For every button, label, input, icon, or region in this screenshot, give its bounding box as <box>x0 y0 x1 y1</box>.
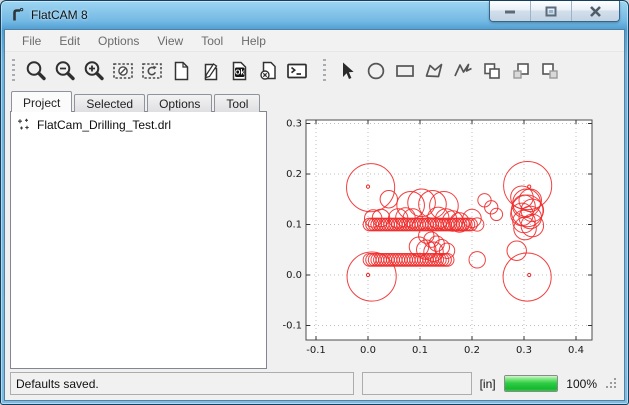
minimize-button[interactable] <box>490 1 531 21</box>
ok-file-icon: Ok <box>227 59 251 83</box>
subtract-left-icon <box>509 59 533 83</box>
flatcam-logo-icon <box>10 7 26 23</box>
close-button[interactable] <box>572 1 619 21</box>
drill-plot[interactable]: -0.1 0.0 0.1 0.2 0.3 0.4 -0.1 0.0 0.1 0.2 0.3 <box>270 91 621 372</box>
accept-ok-button[interactable]: Ok <box>224 57 253 85</box>
replot-button[interactable] <box>137 57 166 85</box>
zoom-in-icon <box>82 59 106 83</box>
tab-selected[interactable]: Selected <box>74 94 145 112</box>
menu-edit[interactable]: Edit <box>50 31 89 51</box>
clear-plot-button[interactable] <box>108 57 137 85</box>
menu-view[interactable]: View <box>148 31 192 51</box>
tab-project[interactable]: Project <box>11 91 72 112</box>
select-pointer-button[interactable] <box>332 57 361 85</box>
toolbar-drag-handle[interactable] <box>12 59 15 83</box>
plot-canvas[interactable]: -0.1 0.0 0.1 0.2 0.3 0.4 -0.1 0.0 0.1 0.2 0.3 <box>270 91 621 369</box>
draw-rectangle-button[interactable] <box>390 57 419 85</box>
client-area: File Edit Options View Tool Help <box>4 29 625 401</box>
minimize-icon <box>504 6 516 16</box>
shell-button[interactable] <box>282 57 311 85</box>
zoom-in-button[interactable] <box>79 57 108 85</box>
zoom-out-icon <box>53 59 77 83</box>
zoom-out-button[interactable] <box>50 57 79 85</box>
svg-text:-0.1: -0.1 <box>282 321 302 332</box>
shell-icon <box>285 59 309 83</box>
svg-text:0.3: 0.3 <box>286 119 302 130</box>
svg-text:Ok: Ok <box>235 70 244 77</box>
union-icon <box>480 59 504 83</box>
union-button[interactable] <box>477 57 506 85</box>
maximize-button[interactable] <box>531 1 572 21</box>
draw-circle-button[interactable] <box>361 57 390 85</box>
svg-text:0.1: 0.1 <box>286 220 302 231</box>
pointer-icon <box>335 59 359 83</box>
subtract-right-icon <box>538 59 562 83</box>
subtract-left-button[interactable] <box>506 57 535 85</box>
clear-plot-icon <box>111 59 135 83</box>
draw-path-button[interactable] <box>448 57 477 85</box>
new-file-icon <box>169 59 193 83</box>
project-tree[interactable]: FlatCam_Drilling_Test.drl <box>10 111 267 369</box>
status-message: Defaults saved. <box>16 377 99 391</box>
svg-text:0.0: 0.0 <box>286 270 302 281</box>
edit-file-icon <box>198 59 222 83</box>
circle-tool-icon <box>364 59 388 83</box>
tab-tool[interactable]: Tool <box>214 94 260 112</box>
subtract-right-button[interactable] <box>535 57 564 85</box>
resize-grip[interactable] <box>605 377 618 398</box>
left-panel: Project Selected Options Tool <box>10 91 267 369</box>
menu-tool[interactable]: Tool <box>192 31 232 51</box>
svg-text:0.2: 0.2 <box>286 169 302 180</box>
main-area: Project Selected Options Tool <box>5 90 624 369</box>
status-aux-box <box>362 372 472 395</box>
status-message-box: Defaults saved. <box>10 372 354 395</box>
app-window: FlatCAM 8 File Edit Options View Tool He… <box>0 0 629 405</box>
maximize-icon <box>545 6 557 17</box>
menu-bar: File Edit Options View Tool Help <box>5 30 624 52</box>
status-bar: Defaults saved. [in] 100% <box>5 369 624 400</box>
svg-text:0.2: 0.2 <box>464 345 480 356</box>
svg-text:0.1: 0.1 <box>412 345 428 356</box>
tree-item-drill-file[interactable]: FlatCam_Drilling_Test.drl <box>13 116 264 134</box>
drill-icon <box>17 118 31 132</box>
resize-grip-icon <box>605 377 618 390</box>
menu-help[interactable]: Help <box>232 31 275 51</box>
polygon-tool-icon <box>422 59 446 83</box>
tab-options[interactable]: Options <box>147 94 212 112</box>
open-project-button[interactable] <box>195 57 224 85</box>
progress-bar <box>504 375 559 392</box>
rectangle-tool-icon <box>393 59 417 83</box>
zoom-fit-button[interactable] <box>21 57 50 85</box>
draw-polygon-button[interactable] <box>419 57 448 85</box>
zoom-fit-icon <box>24 59 48 83</box>
tree-item-label: FlatCam_Drilling_Test.drl <box>37 118 171 132</box>
menu-file[interactable]: File <box>13 31 50 51</box>
new-project-button[interactable] <box>166 57 195 85</box>
cancel-button[interactable] <box>253 57 282 85</box>
svg-text:-0.1: -0.1 <box>306 345 326 356</box>
window-title: FlatCAM 8 <box>31 8 88 22</box>
cancel-file-icon <box>256 59 280 83</box>
menu-options[interactable]: Options <box>89 31 148 51</box>
replot-icon <box>140 59 164 83</box>
svg-text:0.0: 0.0 <box>360 345 376 356</box>
progress-percent: 100% <box>566 377 597 391</box>
caption-buttons <box>489 1 620 22</box>
title-bar[interactable]: FlatCAM 8 <box>1 1 628 29</box>
units-label: [in] <box>480 377 496 391</box>
close-icon <box>589 6 602 17</box>
path-tool-icon <box>451 59 475 83</box>
tab-bar: Project Selected Options Tool <box>10 91 267 112</box>
toolbar-drag-handle-2[interactable] <box>323 59 326 83</box>
toolbar: Ok <box>5 53 624 89</box>
svg-text:0.3: 0.3 <box>516 345 532 356</box>
svg-text:0.4: 0.4 <box>568 345 584 356</box>
